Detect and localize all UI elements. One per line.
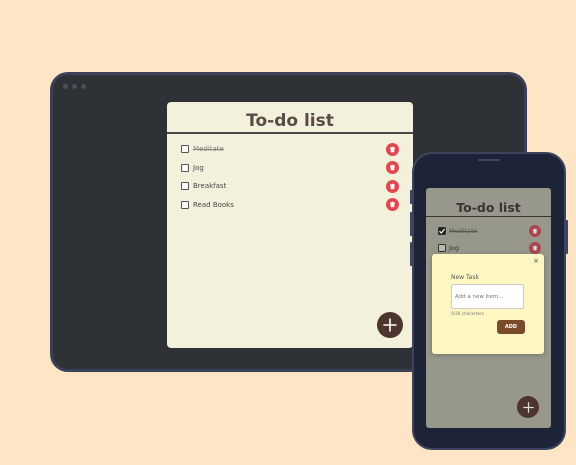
task-list: Meditate Jog Breakfast Read Books [167, 134, 413, 214]
page-title: To-do list [167, 102, 413, 134]
trash-icon [390, 146, 395, 153]
task-label: Read Books [193, 200, 234, 209]
close-icon[interactable]: × [533, 257, 539, 265]
list-item: Jog [181, 159, 399, 178]
phone-side-button [410, 212, 413, 236]
task-checkbox[interactable] [181, 163, 189, 172]
phone-side-button [565, 220, 568, 254]
plus-icon [383, 318, 397, 332]
task-checkbox[interactable] [438, 226, 446, 235]
phone-side-button [410, 190, 413, 204]
new-task-label: New Task [451, 274, 479, 281]
window-dot-icon[interactable] [72, 84, 77, 89]
check-icon [439, 228, 446, 234]
phone-page-title: To-do list [426, 188, 551, 217]
trash-icon [390, 164, 395, 171]
window-dot-icon[interactable] [81, 84, 86, 89]
trash-icon [390, 201, 395, 208]
list-item: Breakfast [181, 177, 399, 196]
phone-task-list: Meditate Jog [426, 217, 551, 256]
task-checkbox[interactable] [181, 145, 189, 154]
task-checkbox[interactable] [181, 182, 189, 191]
todo-card: To-do list Meditate Jog Breakfast Read B… [167, 102, 413, 348]
trash-icon [390, 183, 395, 190]
delete-button[interactable] [386, 198, 399, 212]
list-item: Meditate [181, 140, 399, 159]
trash-icon [532, 245, 538, 250]
delete-button[interactable] [529, 241, 541, 254]
delete-button[interactable] [386, 179, 399, 193]
speaker-icon [478, 159, 500, 161]
task-checkbox[interactable] [438, 243, 446, 252]
trash-icon [532, 228, 538, 233]
new-task-dialog: × New Task 0/30 characters ADD [432, 254, 544, 354]
phone-side-button [410, 242, 413, 266]
add-task-button[interactable] [377, 312, 403, 338]
window-dot-icon[interactable] [63, 84, 68, 89]
list-item: Read Books [181, 196, 399, 215]
add-task-button[interactable] [517, 396, 539, 418]
list-item: Meditate [438, 222, 541, 239]
delete-button[interactable] [386, 161, 399, 175]
task-label: Meditate [449, 226, 478, 235]
task-label: Meditate [193, 145, 224, 154]
task-label: Breakfast [193, 182, 227, 191]
task-checkbox[interactable] [181, 200, 189, 209]
task-label: Jog [193, 163, 204, 172]
add-button[interactable]: ADD [497, 320, 525, 334]
phone-notch [452, 156, 526, 165]
plus-icon [522, 401, 534, 413]
new-task-input[interactable] [451, 284, 524, 309]
task-label: Jog [449, 243, 460, 252]
window-controls [63, 84, 86, 89]
delete-button[interactable] [529, 224, 541, 237]
character-counter: 0/30 characters [451, 311, 484, 316]
delete-button[interactable] [386, 142, 399, 156]
